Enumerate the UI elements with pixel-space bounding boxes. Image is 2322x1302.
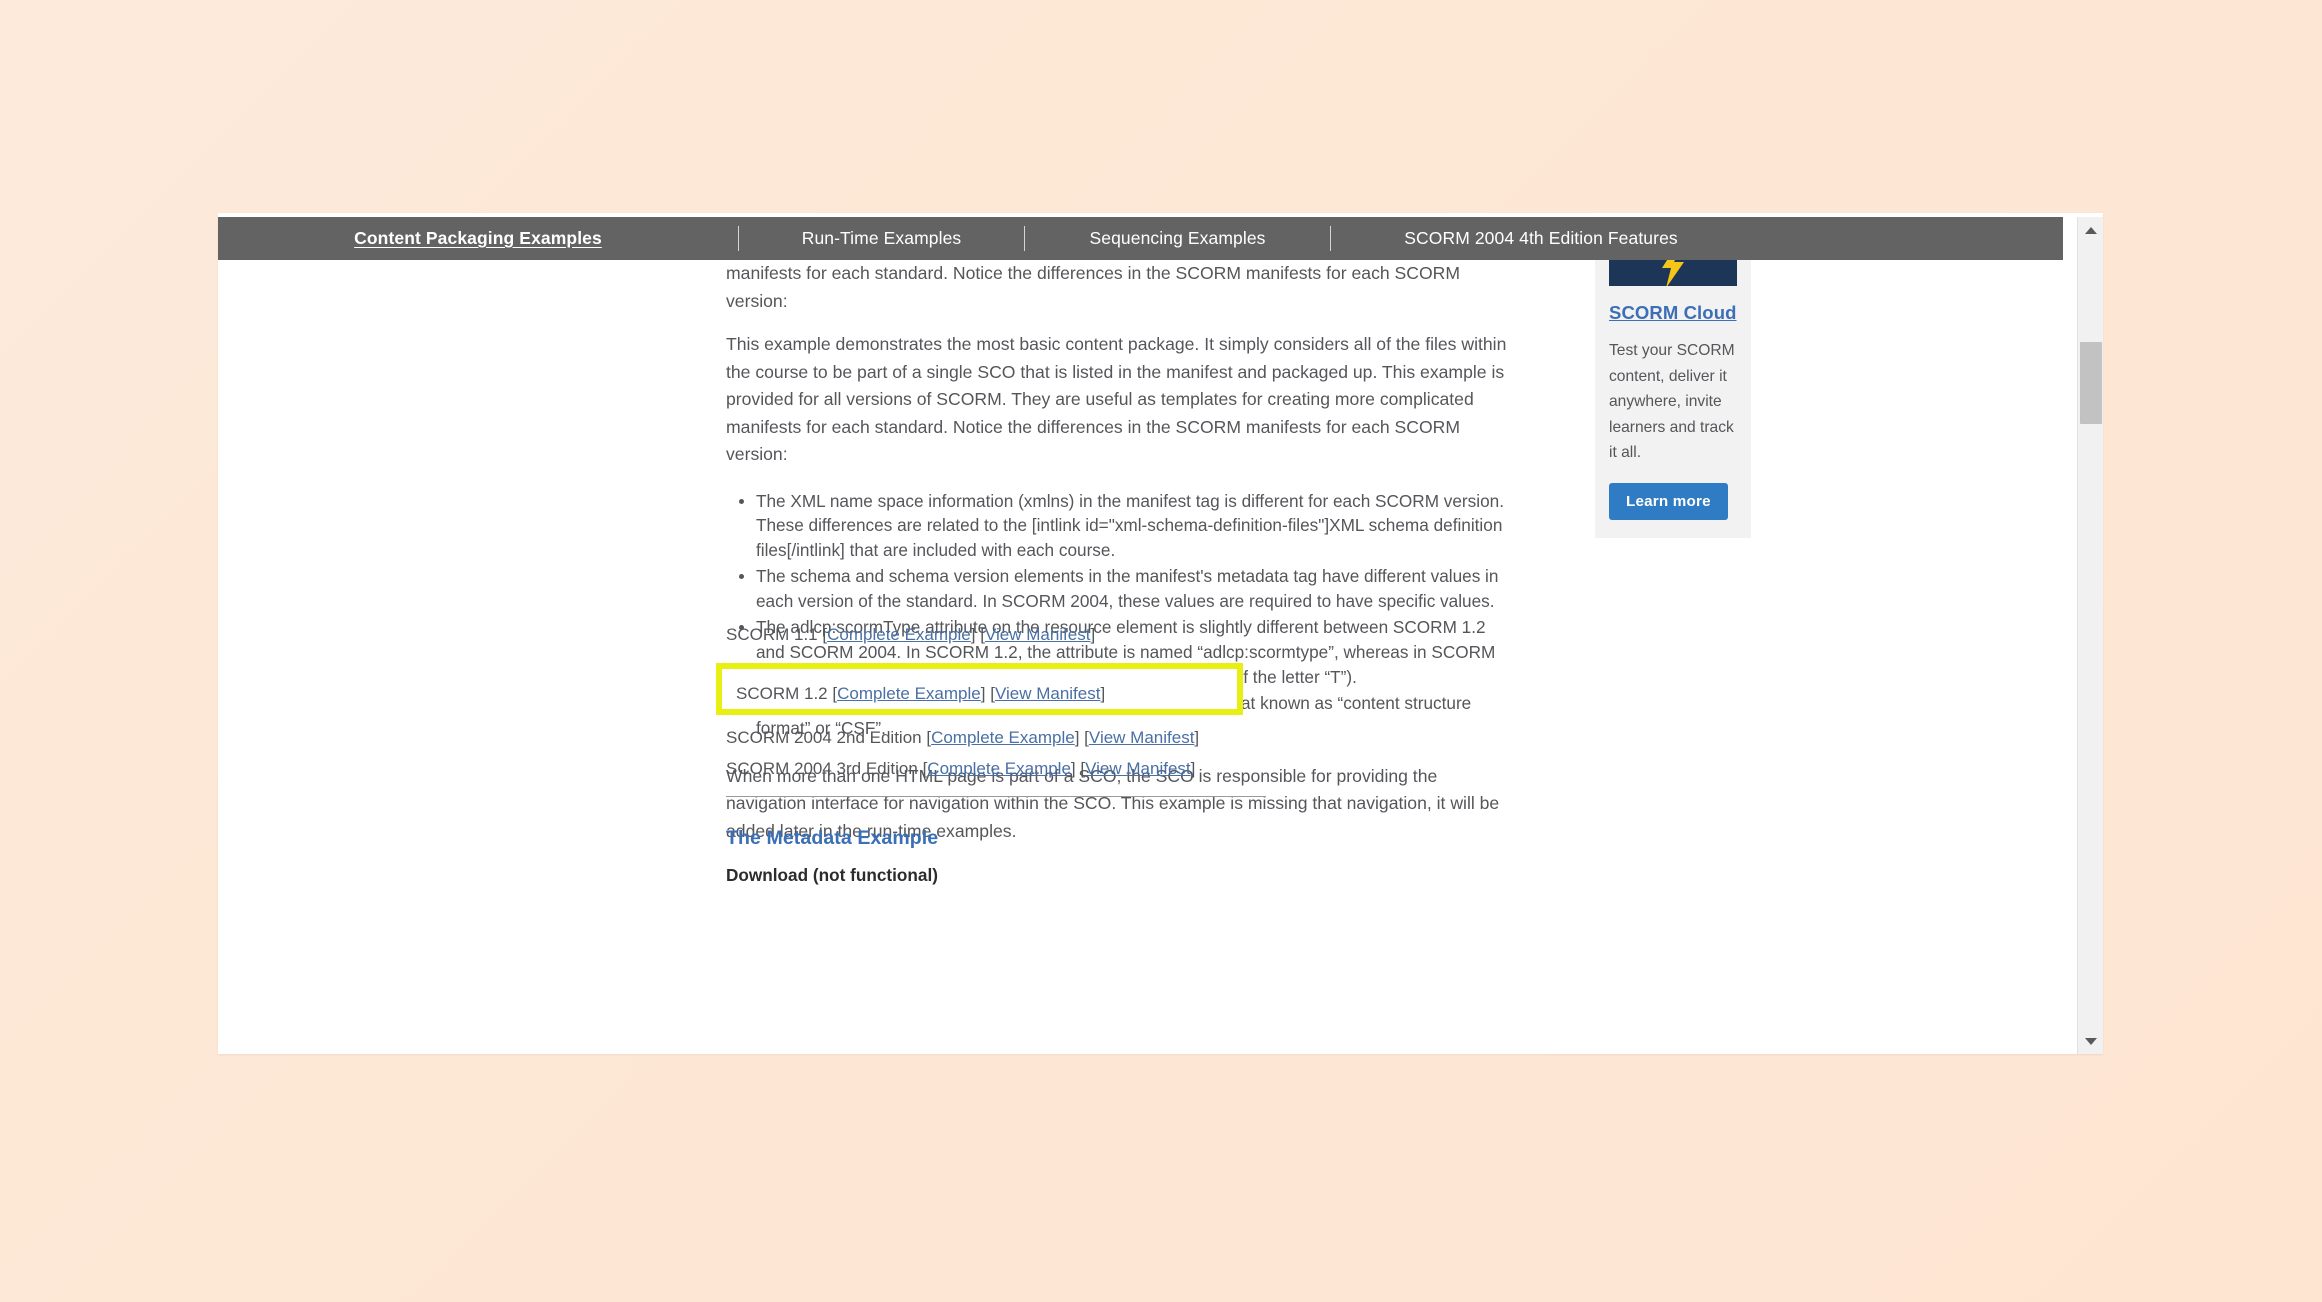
bracket: ] — [1190, 759, 1196, 778]
promo-banner — [1609, 260, 1737, 286]
nav-tab-label: SCORM 2004 4th Edition Features — [1404, 228, 1678, 248]
vertical-scrollbar[interactable] — [2077, 217, 2103, 1054]
promo-description: Test your SCORM content, deliver it anyw… — [1609, 342, 1735, 461]
download-row-scorm-2004-3rd-edition: SCORM 2004 3rd Edition [Complete Example… — [726, 756, 1195, 782]
site-navigation-bar: Content Packaging Examples Run-Time Exam… — [218, 217, 2063, 260]
highlighted-download-row-scorm-1-2[interactable]: SCORM 1.2 [Complete Example] [View Manif… — [716, 663, 1243, 715]
bracket: ] — [1074, 728, 1080, 747]
download-version-label: SCORM 1.2 — [736, 684, 828, 703]
triangle-down — [2085, 1037, 2097, 1045]
scrollbar-thumb[interactable] — [2080, 342, 2102, 424]
nav-tab-run-time-examples[interactable]: Run-Time Examples — [739, 217, 1024, 260]
download-row-scorm-1-1: SCORM 1.1 [Complete Example] [View Manif… — [726, 622, 1095, 648]
nav-tab-label: Content Packaging Examples — [354, 228, 602, 248]
download-version-label: SCORM 1.1 — [726, 625, 818, 644]
next-section-heading[interactable]: The Metadata Example — [726, 827, 938, 850]
download-version-label: SCORM 2004 2nd Edition — [726, 728, 922, 747]
nav-tab-scorm-2004-4th-edition-features[interactable]: SCORM 2004 4th Edition Features — [1331, 217, 1751, 260]
nav-tab-label: Sequencing Examples — [1089, 228, 1266, 248]
list-item: The XML name space information (xmlns) i… — [726, 489, 1516, 564]
view-manifest-link[interactable]: View Manifest — [985, 625, 1091, 644]
complete-example-link[interactable]: Complete Example — [837, 684, 981, 703]
view-manifest-link[interactable]: View Manifest — [1089, 728, 1195, 747]
bracket: ] — [1194, 728, 1200, 747]
download-row-content: SCORM 1.2 [Complete Example] [View Manif… — [736, 681, 1105, 707]
intro-paragraph: This example demonstrates the most basic… — [726, 334, 1507, 464]
learn-more-button[interactable]: Learn more — [1609, 482, 1728, 520]
complete-example-link[interactable]: Complete Example — [827, 625, 971, 644]
bracket: ] — [1070, 759, 1076, 778]
nav-tab-content-packaging-examples[interactable]: Content Packaging Examples — [218, 217, 738, 260]
view-manifest-link[interactable]: View Manifest — [995, 684, 1101, 703]
bracket: ] — [1100, 684, 1106, 703]
sidebar: SCORM Cloud Test your SCORM content, del… — [1595, 260, 1751, 538]
section-divider — [726, 796, 1266, 797]
list-item: The schema and schema version elements i… — [726, 564, 1516, 614]
complete-example-link[interactable]: Complete Example — [927, 759, 1071, 778]
download-version-label: SCORM 2004 3rd Edition — [726, 759, 918, 778]
view-manifest-link[interactable]: View Manifest — [1085, 759, 1191, 778]
nav-tab-sequencing-examples[interactable]: Sequencing Examples — [1025, 217, 1330, 260]
scroll-down-arrow-icon[interactable] — [2078, 1028, 2103, 1054]
scroll-up-arrow-icon[interactable] — [2078, 217, 2103, 243]
download-section-heading: Download (not functional) — [726, 865, 938, 886]
download-row-scorm-2004-2nd-edition: SCORM 2004 2nd Edition [Complete Example… — [726, 725, 1199, 751]
clipped-paragraph: manifests for each standard. Notice the … — [726, 263, 1461, 311]
promo-title-link[interactable]: SCORM Cloud — [1609, 302, 1737, 324]
triangle-up — [2085, 226, 2097, 234]
bracket: ] — [1090, 625, 1096, 644]
browser-viewport: Content Packaging Examples Run-Time Exam… — [218, 213, 2103, 1054]
complete-example-link[interactable]: Complete Example — [931, 728, 1075, 747]
article-content: manifests for each standard. Notice the … — [716, 260, 1516, 893]
bracket: ] — [970, 625, 976, 644]
nav-tab-label: Run-Time Examples — [801, 228, 962, 248]
scorm-cloud-promo-card: SCORM Cloud Test your SCORM content, del… — [1595, 260, 1751, 538]
bracket: ] — [980, 684, 986, 703]
page-content: manifests for each standard. Notice the … — [218, 260, 2063, 1054]
